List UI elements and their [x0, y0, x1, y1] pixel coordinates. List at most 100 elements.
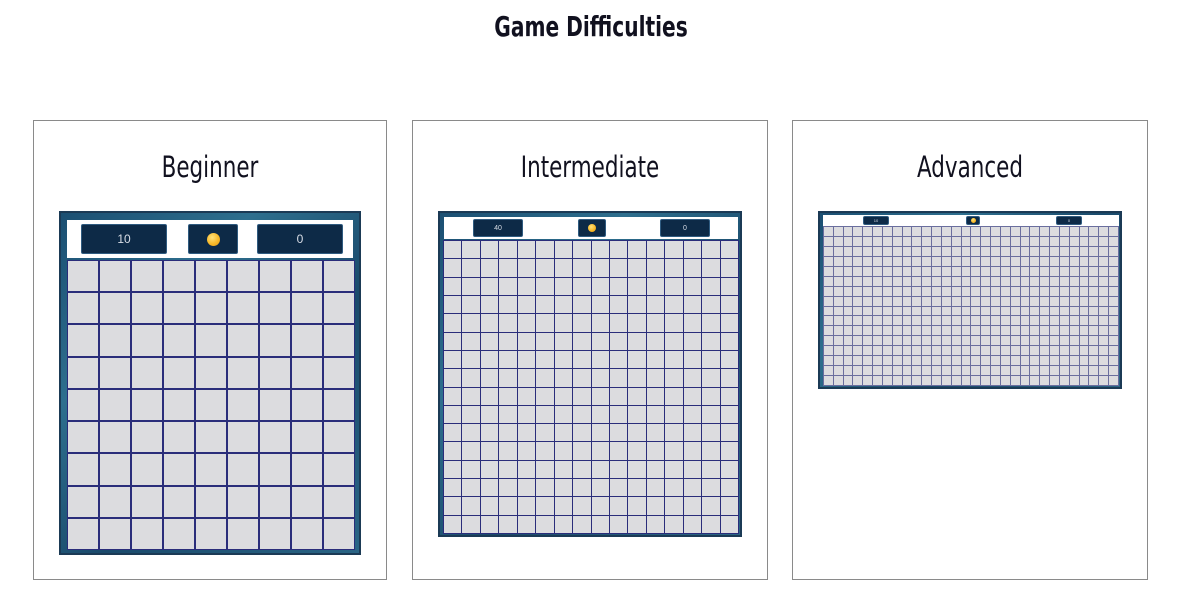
grid-cell[interactable]: [843, 246, 853, 256]
grid-cell[interactable]: [1079, 266, 1089, 276]
grid-cell[interactable]: [480, 350, 499, 369]
grid-cell[interactable]: [609, 405, 628, 424]
grid-cell[interactable]: [902, 346, 912, 356]
grid-cell[interactable]: [444, 387, 462, 405]
grid-cell[interactable]: [1040, 236, 1050, 246]
grid-cell[interactable]: [981, 227, 991, 236]
grid-cell[interactable]: [863, 246, 873, 256]
grid-cell[interactable]: [922, 266, 932, 276]
grid-cell[interactable]: [1059, 266, 1069, 276]
grid-cell[interactable]: [1099, 346, 1109, 356]
grid-cell[interactable]: [1030, 296, 1040, 306]
grid-cell[interactable]: [1040, 346, 1050, 356]
grid-cell[interactable]: [665, 460, 683, 479]
grid-cell[interactable]: [882, 376, 892, 385]
grid-cell[interactable]: [863, 266, 873, 276]
grid-cell[interactable]: [833, 266, 843, 276]
grid-cell[interactable]: [164, 518, 194, 549]
grid-cell[interactable]: [1000, 276, 1010, 286]
grid-cell[interactable]: [1079, 276, 1089, 286]
grid-cell[interactable]: [609, 241, 628, 259]
grid-cell[interactable]: [1050, 296, 1059, 306]
grid-cell[interactable]: [573, 369, 591, 387]
grid-cell[interactable]: [499, 332, 517, 350]
grid-cell[interactable]: [1050, 366, 1059, 376]
grid-cell[interactable]: [981, 246, 991, 256]
grid-cell[interactable]: [1099, 316, 1109, 326]
grid-cell[interactable]: [892, 256, 902, 266]
grid-cell[interactable]: [1020, 376, 1030, 385]
grid-cell[interactable]: [863, 306, 873, 316]
grid-cell[interactable]: [554, 405, 573, 424]
grid-cell[interactable]: [646, 515, 665, 533]
grid-cell[interactable]: [1010, 276, 1020, 286]
grid-cell[interactable]: [951, 316, 961, 326]
grid-cell[interactable]: [1030, 256, 1040, 266]
grid-cell[interactable]: [1000, 246, 1010, 256]
grid-cell[interactable]: [68, 261, 98, 292]
grid-cell[interactable]: [196, 357, 226, 388]
grid-cell[interactable]: [843, 276, 853, 286]
grid-cell[interactable]: [1010, 236, 1020, 246]
grid-cell[interactable]: [591, 497, 609, 515]
grid-cell[interactable]: [843, 306, 853, 316]
grid-cell[interactable]: [702, 314, 720, 332]
grid-cell[interactable]: [873, 306, 882, 316]
grid-cell[interactable]: [646, 369, 665, 387]
grid-cell[interactable]: [922, 356, 932, 366]
grid-cell[interactable]: [902, 296, 912, 306]
grid-cell[interactable]: [665, 259, 683, 277]
grid-cell[interactable]: [646, 350, 665, 369]
grid-cell[interactable]: [951, 236, 961, 246]
grid-cell[interactable]: [68, 357, 98, 388]
grid-cell[interactable]: [843, 336, 853, 346]
grid-cell[interactable]: [683, 314, 702, 332]
grid-cell[interactable]: [702, 442, 720, 460]
grid-cell[interactable]: [100, 325, 130, 356]
grid-cell[interactable]: [1099, 276, 1109, 286]
grid-cell[interactable]: [646, 241, 665, 259]
grid-cell[interactable]: [573, 424, 591, 442]
grid-cell[interactable]: [853, 326, 863, 336]
grid-cell[interactable]: [1020, 306, 1030, 316]
grid-cell[interactable]: [824, 246, 833, 256]
grid-cell[interactable]: [324, 389, 354, 421]
grid-cell[interactable]: [480, 497, 499, 515]
grid-cell[interactable]: [683, 295, 702, 314]
grid-cell[interactable]: [517, 497, 536, 515]
grid-cell[interactable]: [922, 236, 932, 246]
grid-cell[interactable]: [591, 460, 609, 479]
grid-cell[interactable]: [260, 389, 290, 421]
grid-cell[interactable]: [628, 314, 646, 332]
grid-cell[interactable]: [1030, 236, 1040, 246]
grid-cell[interactable]: [1059, 306, 1069, 316]
grid-cell[interactable]: [665, 277, 683, 295]
grid-cell[interactable]: [517, 295, 536, 314]
grid-cell[interactable]: [873, 276, 882, 286]
grid-cell[interactable]: [1109, 366, 1118, 376]
grid-cell[interactable]: [951, 306, 961, 316]
grid-cell[interactable]: [853, 286, 863, 296]
grid-cell[interactable]: [912, 366, 922, 376]
grid-cell[interactable]: [164, 486, 194, 517]
grid-cell[interactable]: [228, 454, 258, 485]
grid-cell[interactable]: [902, 276, 912, 286]
grid-cell[interactable]: [863, 356, 873, 366]
grid-cell[interactable]: [853, 366, 863, 376]
grid-cell[interactable]: [1069, 326, 1079, 336]
grid-cell[interactable]: [1030, 376, 1040, 385]
grid-cell[interactable]: [646, 460, 665, 479]
grid-cell[interactable]: [1040, 336, 1050, 346]
grid-cell[interactable]: [480, 460, 499, 479]
grid-cell[interactable]: [480, 369, 499, 387]
grid-cell[interactable]: [609, 295, 628, 314]
grid-cell[interactable]: [1069, 276, 1079, 286]
grid-cell[interactable]: [132, 422, 162, 453]
grid-cell[interactable]: [843, 316, 853, 326]
grid-cell[interactable]: [683, 460, 702, 479]
grid-cell[interactable]: [941, 246, 951, 256]
grid-cell[interactable]: [1020, 356, 1030, 366]
grid-cell[interactable]: [628, 387, 646, 405]
grid-cell[interactable]: [912, 326, 922, 336]
grid-cell[interactable]: [260, 518, 290, 549]
